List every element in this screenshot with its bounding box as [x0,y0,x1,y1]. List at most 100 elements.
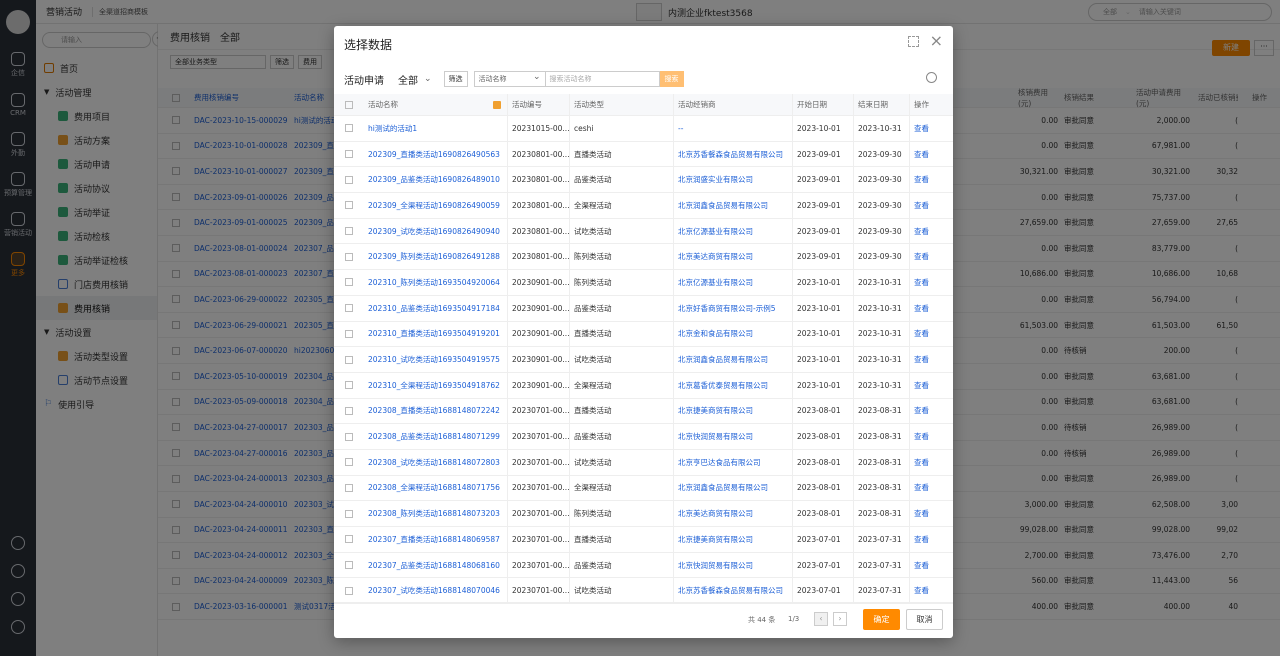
view-link[interactable]: 查看 [910,424,950,449]
dealer-link[interactable]: 北京润鑫食品贸易有限公司 [674,347,793,372]
activity-name-link[interactable]: 202308_品鉴类活动1688148071299 [364,424,508,449]
dealer-link[interactable]: 北京亿源基业有限公司 [674,218,793,244]
view-link[interactable]: 查看 [910,373,950,398]
search-field-select[interactable]: 活动名称 [473,70,546,87]
table-row[interactable]: 202309_试吃类活动1690826490940 20230801-00... 试… [334,218,953,245]
view-link[interactable]: 查看 [910,116,950,141]
row-checkbox[interactable] [334,483,364,492]
table-row[interactable]: 202310_直播类活动1693504919201 20230901-00... 直… [334,321,953,348]
table-row[interactable]: 202309_陈列类活动1690826491288 20230801-00... 陈… [334,244,953,271]
dealer-link[interactable]: 北京苏香餐森食品贸易有限公司 [674,141,793,167]
row-checkbox[interactable] [334,278,364,287]
dealer-link[interactable]: 北京亿源基业有限公司 [674,270,793,295]
row-checkbox[interactable] [334,329,364,338]
row-checkbox[interactable] [334,432,364,441]
activity-name-link[interactable]: 202309_直播类活动1690826490563 [364,141,508,167]
dealer-link[interactable]: 北京好香商贸有限公司-示例5 [674,295,793,321]
row-checkbox[interactable] [334,355,364,364]
view-link[interactable]: 查看 [910,244,950,269]
dealer-link[interactable]: 北京苏香餐森食品贸易有限公司 [674,578,793,604]
filter-button[interactable]: 筛选 [443,71,468,87]
activity-name-link[interactable]: 202308_直播类活动1688148072242 [364,398,508,424]
activity-name-link[interactable]: 202307_试吃类活动1688148070046 [364,578,508,604]
row-checkbox[interactable] [334,561,364,570]
table-row[interactable]: 202308_直播类活动1688148072242 20230701-00... 直… [334,398,953,425]
view-link[interactable]: 查看 [910,347,950,372]
table-row[interactable]: 202309_品鉴类活动1690826489010 20230801-00... 品… [334,167,953,194]
activity-name-link[interactable]: 202310_陈列类活动1693504920064 [364,270,508,295]
confirm-button[interactable]: 确定 [863,609,900,630]
table-row[interactable]: hi测试的活动1 20231015-00... ceshi -- 2023-10-01 2… [334,116,953,142]
table-row[interactable]: 202310_陈列类活动1693504920064 20230901-00... 陈… [334,270,953,296]
row-checkbox[interactable] [334,458,364,467]
view-link[interactable]: 查看 [910,476,950,501]
close-icon[interactable]: × [930,31,943,50]
search-button[interactable]: 搜索 [659,71,684,87]
row-checkbox[interactable] [334,201,364,210]
row-checkbox[interactable] [334,535,364,544]
dealer-link[interactable]: 北京快润贸易有限公司 [674,424,793,449]
row-checkbox[interactable] [334,252,364,261]
activity-name-link[interactable]: 202309_试吃类活动1690826490940 [364,218,508,244]
dealer-link[interactable]: 北京润鑫食品贸易有限公司 [674,475,793,501]
dealer-link[interactable]: 北京润盛实业有限公司 [674,167,793,193]
row-checkbox[interactable] [334,124,364,133]
prev-page-button[interactable]: ‹ [814,612,828,626]
dealer-link[interactable]: 北京快润贸易有限公司 [674,552,793,578]
activity-name-link[interactable]: 202308_陈列类活动1688148073203 [364,501,508,526]
table-row[interactable]: 202307_品鉴类活动1688148068160 20230701-00... 品… [334,552,953,579]
activity-name-link[interactable]: 202310_品鉴类活动1693504917184 [364,295,508,321]
dealer-link[interactable]: 北京金和食品有限公司 [674,321,793,347]
dealer-link[interactable]: -- [674,116,793,141]
view-link[interactable]: 查看 [910,142,950,167]
row-checkbox[interactable] [334,406,364,415]
row-checkbox[interactable] [334,175,364,184]
fullscreen-icon[interactable] [908,36,919,47]
view-link[interactable]: 查看 [910,501,950,526]
row-checkbox[interactable] [334,227,364,236]
dealer-link[interactable]: 北京捷美商贸有限公司 [674,527,793,552]
dealer-link[interactable]: 北京美达商贸有限公司 [674,244,793,270]
scope-dropdown[interactable]: 全部 [398,72,418,87]
dealer-link[interactable]: 北京润鑫食品贸易有限公司 [674,193,793,218]
activity-name-link[interactable]: 202309_品鉴类活动1690826489010 [364,167,508,193]
table-row[interactable]: 202307_试吃类活动1688148070046 20230701-00... 试… [334,578,953,605]
view-link[interactable]: 查看 [910,167,950,192]
gear-icon[interactable] [926,72,937,83]
view-link[interactable]: 查看 [910,450,950,475]
view-link[interactable]: 查看 [910,578,950,603]
activity-name-link[interactable]: 202307_品鉴类活动1688148068160 [364,552,508,578]
table-row[interactable]: 202310_品鉴类活动1693504917184 20230901-00... 品… [334,295,953,322]
cancel-button[interactable]: 取消 [906,609,943,630]
activity-name-link[interactable]: 202309_陈列类活动1690826491288 [364,244,508,270]
dealer-link[interactable]: 北京葛香优泰贸易有限公司 [674,372,793,398]
table-row[interactable]: 202308_品鉴类活动1688148071299 20230701-00... 品… [334,424,953,450]
table-row[interactable]: 202308_全渠程活动1688148071756 20230701-00... 全… [334,475,953,502]
activity-name-link[interactable]: 202310_试吃类活动1693504919575 [364,347,508,372]
search-input[interactable]: 搜索活动名称 [545,71,660,87]
view-link[interactable]: 查看 [910,553,950,578]
view-link[interactable]: 查看 [910,322,950,347]
table-row[interactable]: 202307_直播类活动1688148069587 20230701-00... 直… [334,527,953,553]
next-page-button[interactable]: › [833,612,847,626]
table-row[interactable]: 202308_陈列类活动1688148073203 20230701-00... 陈… [334,501,953,527]
view-link[interactable]: 查看 [910,270,950,295]
dealer-link[interactable]: 北京捷美商贸有限公司 [674,398,793,424]
table-row[interactable]: 202308_试吃类活动1688148072803 20230701-00... 试… [334,449,953,476]
activity-name-link[interactable]: 202310_全渠程活动1693504918762 [364,372,508,398]
row-checkbox[interactable] [334,509,364,518]
select-all-checkbox[interactable] [334,100,364,109]
activity-name-link[interactable]: 202310_直播类活动1693504919201 [364,321,508,347]
activity-name-link[interactable]: 202308_试吃类活动1688148072803 [364,449,508,475]
view-link[interactable]: 查看 [910,219,950,244]
activity-name-link[interactable]: 202309_全渠程活动1690826490059 [364,193,508,218]
view-link[interactable]: 查看 [910,296,950,321]
row-checkbox[interactable] [334,586,364,595]
table-row[interactable]: 202310_全渠程活动1693504918762 20230901-00... 全… [334,372,953,399]
table-row[interactable]: 202310_试吃类活动1693504919575 20230901-00... 试… [334,347,953,373]
activity-name-link[interactable]: 202307_直播类活动1688148069587 [364,527,508,552]
view-link[interactable]: 查看 [910,527,950,552]
activity-name-link[interactable]: hi测试的活动1 [364,116,508,141]
view-link[interactable]: 查看 [910,399,950,424]
table-row[interactable]: 202309_直播类活动1690826490563 20230801-00... 直… [334,141,953,168]
